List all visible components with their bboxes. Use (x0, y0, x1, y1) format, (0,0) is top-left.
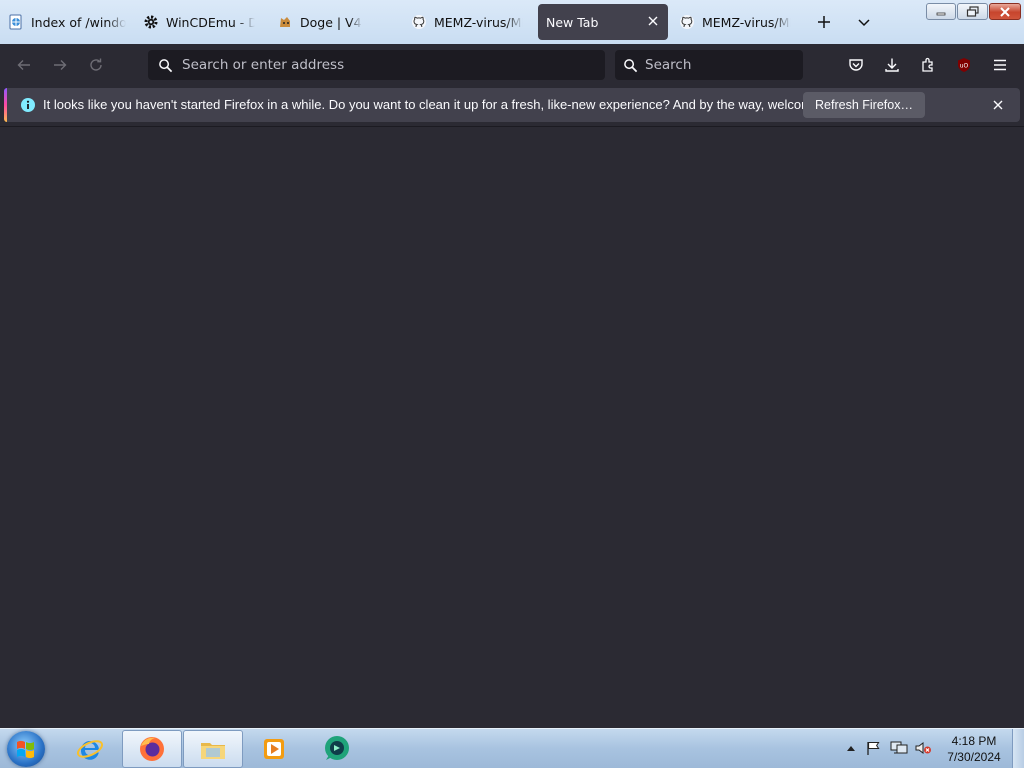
show-hidden-icons-icon (847, 746, 855, 751)
tab-doge-v4[interactable]: Doge | V4 (277, 4, 389, 40)
taskbar-file-explorer[interactable] (183, 730, 243, 768)
close-tab-icon[interactable] (646, 14, 660, 28)
notification-message: It looks like you haven't started Firefo… (43, 97, 854, 112)
minimize-button[interactable] (926, 3, 956, 20)
action-center-flag-icon (867, 742, 880, 755)
address-bar[interactable] (148, 50, 605, 80)
menu-icon (994, 59, 1006, 71)
search-icon (615, 50, 645, 80)
search-icon (148, 50, 182, 80)
tab-new-tab[interactable]: New Tab (538, 4, 668, 40)
extensions-button[interactable] (916, 53, 940, 77)
pocket-button[interactable] (844, 53, 868, 77)
clock-time: 4:18 PM (951, 734, 997, 748)
minimize-icon (936, 12, 946, 15)
search-input[interactable] (645, 50, 816, 80)
address-input[interactable] (182, 50, 605, 80)
forward-button[interactable] (49, 54, 71, 76)
taskbar-media-player[interactable] (244, 730, 304, 768)
show-hidden-icons-button[interactable] (845, 739, 857, 757)
show-desktop-button[interactable] (1012, 729, 1024, 768)
media-player-icon (264, 739, 284, 759)
download-icon (885, 58, 899, 72)
tab-title: MEMZ-virus/ME (434, 14, 523, 30)
web-page-icon (8, 14, 24, 30)
tab-title: WinCDEmu - Do (166, 14, 255, 30)
chevron-down-icon (858, 19, 870, 27)
reload-icon (90, 58, 102, 71)
ublock-origin-icon: uO (958, 58, 970, 72)
downloads-button[interactable] (880, 53, 904, 77)
system-clock[interactable]: 4:18 PM 7/30/2024 (938, 733, 1010, 765)
github-icon (411, 14, 427, 30)
doge-icon (277, 14, 293, 30)
pocket-icon (849, 59, 863, 71)
restore-icon (966, 5, 979, 17)
github-icon (679, 14, 695, 30)
start-button[interactable] (7, 731, 45, 767)
internet-explorer-icon (76, 740, 104, 760)
tab-index-of-windows[interactable]: Index of /windov (8, 4, 126, 40)
search-bar[interactable] (615, 50, 816, 80)
svg-text:uO: uO (960, 63, 969, 70)
volume-control[interactable] (913, 739, 933, 757)
tab-title: Index of /windov (31, 14, 126, 30)
refresh-firefox-button[interactable]: Refresh Firefox… (803, 92, 925, 118)
reload-button[interactable] (85, 54, 107, 76)
clock-date: 7/30/2024 (947, 750, 1001, 764)
tab-title: Doge | V4 (300, 14, 362, 30)
windows-logo-icon (17, 740, 34, 759)
navigation-toolbar: uO (0, 44, 1024, 85)
back-arrow-icon (17, 60, 30, 70)
gear-icon (143, 14, 159, 30)
forward-arrow-icon (54, 60, 67, 70)
extensions-icon (922, 57, 933, 72)
taskbar-internet-explorer[interactable] (60, 730, 120, 768)
plus-icon (818, 16, 830, 28)
tab-wincdemu[interactable]: WinCDEmu - Do (143, 4, 255, 40)
new-tab-button[interactable] (814, 12, 834, 32)
close-notification-icon[interactable] (990, 97, 1006, 113)
close-window-button[interactable] (989, 3, 1021, 20)
close-icon (1000, 6, 1010, 17)
action-center-flag[interactable] (864, 739, 882, 757)
info-icon (20, 97, 36, 113)
back-button[interactable] (13, 54, 35, 76)
network-icon (890, 741, 908, 754)
chat-app-icon (325, 736, 349, 760)
list-all-tabs-button[interactable] (854, 12, 874, 32)
page-content[interactable] (0, 126, 1024, 728)
taskbar: 4:18 PM 7/30/2024 (0, 728, 1024, 768)
restore-button[interactable] (957, 3, 988, 20)
tab-title: MEMZ-virus/ME (702, 14, 791, 30)
volume-muted-icon (915, 742, 931, 754)
app-menu-button[interactable] (988, 53, 1012, 77)
taskbar-firefox[interactable] (122, 730, 182, 768)
tab-title: New Tab (546, 14, 599, 30)
firefox-icon (140, 737, 164, 761)
tab-strip: Index of /windov WinCDEmu - Do Doge | V4… (0, 0, 1024, 44)
ublock-origin-button[interactable]: uO (952, 53, 976, 77)
tab-memz-virus-1[interactable]: MEMZ-virus/ME (411, 4, 523, 40)
taskbar-chat-app[interactable] (307, 730, 367, 768)
tab-memz-virus-2[interactable]: MEMZ-virus/ME (679, 4, 791, 40)
notification-bar: It looks like you haven't started Firefo… (4, 88, 1020, 122)
network-status[interactable] (889, 739, 909, 757)
file-explorer-icon (201, 743, 225, 759)
